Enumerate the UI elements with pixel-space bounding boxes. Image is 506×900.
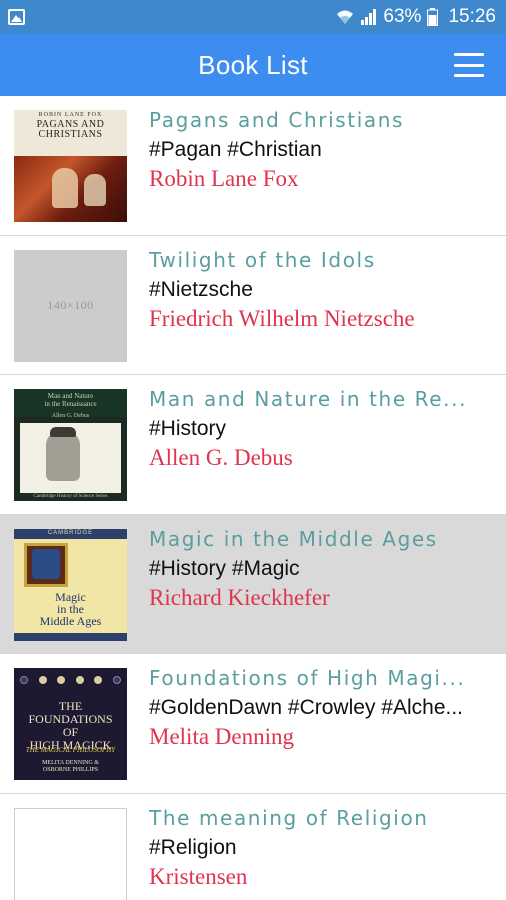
book-author: Robin Lane Fox [149, 166, 299, 191]
book-title: The meaning of Religion [149, 805, 429, 830]
book-cover-image: Man and Nature in the Renaissance Allen … [14, 389, 127, 501]
cover-author-text: Allen G. Debus [51, 413, 90, 419]
battery-icon [427, 8, 439, 26]
book-tags: #GoldenDawn #Crowley #Alche... [149, 696, 463, 719]
book-cover-image: CAMBRIDGE Magic in the Middle Ages [14, 528, 127, 641]
book-cover-image: THE FOUNDATIONS OF HIGH MAGICK THE MAGIC… [14, 668, 127, 780]
book-cover-blank [14, 807, 127, 900]
cover-author-text: MELITA DENNING & OSBORNE PHILLIPS [42, 760, 99, 773]
book-author: Richard Kieckhefer [149, 584, 330, 610]
status-bar: 63% 15:26 [0, 0, 506, 34]
status-time: 15:26 [448, 6, 496, 27]
hamburger-menu-icon[interactable] [454, 53, 484, 77]
cover-footer-text: Cambridge History of Science Series [33, 494, 108, 499]
book-tags: #Religion [149, 835, 237, 859]
book-title: Magic in the Middle Ages [149, 526, 438, 551]
book-author: Allen G. Debus [149, 445, 293, 470]
book-author: Kristensen [149, 863, 248, 889]
book-cover-image: ROBIN LANE FOX PAGANS AND CHRISTIANS [14, 110, 127, 222]
page-title: Book List [198, 49, 308, 80]
book-title: Twilight of the Idols [149, 247, 376, 272]
book-tags: #History [149, 417, 227, 440]
signal-icon [360, 9, 377, 25]
gallery-icon [8, 9, 25, 25]
cover-title-text: Magic in the Middle Ages [39, 589, 102, 628]
battery-percent: 63% [383, 6, 422, 27]
moon-phases-icon [20, 676, 121, 686]
cover-subtitle-text: THE MAGICAL PHILOSOPHY [25, 746, 116, 754]
book-tags: #History #Magic [149, 556, 300, 580]
list-item[interactable]: Man and Nature in the Renaissance Allen … [0, 375, 506, 515]
list-item[interactable]: The meaning of Religion #Religion Kriste… [0, 793, 506, 900]
book-title: Man and Nature in the Re... [149, 387, 468, 411]
cover-title-text: PAGANS AND CHRISTIANS [36, 119, 105, 140]
book-title: Foundations of High Magi... [149, 666, 466, 690]
book-list: ROBIN LANE FOX PAGANS AND CHRISTIANS Pag… [0, 96, 506, 900]
list-item[interactable]: ROBIN LANE FOX PAGANS AND CHRISTIANS Pag… [0, 96, 506, 236]
cover-author-text: ROBIN LANE FOX [38, 112, 103, 118]
app-bar: Book List [0, 34, 506, 96]
list-item-selected[interactable]: CAMBRIDGE Magic in the Middle Ages Magic… [0, 514, 506, 654]
book-tags: #Nietzsche [149, 277, 253, 301]
book-cover-placeholder: 140×100 [14, 249, 127, 362]
book-author: Melita Denning [149, 724, 294, 749]
list-item[interactable]: 140×100 Twilight of the Idols #Nietzsche… [0, 235, 506, 375]
book-title: Pagans and Christians [149, 108, 404, 132]
cover-title-text: THE FOUNDATIONS OF HIGH MAGICK [28, 699, 113, 752]
book-tags: #Pagan #Christian [149, 138, 322, 161]
cover-band-text: CAMBRIDGE [47, 529, 94, 536]
list-item[interactable]: THE FOUNDATIONS OF HIGH MAGICK THE MAGIC… [0, 654, 506, 794]
wifi-icon [336, 9, 354, 25]
book-author: Friedrich Wilhelm Nietzsche [149, 305, 415, 331]
cover-title-text: Man and Nature in the Renaissance [44, 392, 97, 408]
placeholder-size-text: 140×100 [47, 298, 94, 312]
